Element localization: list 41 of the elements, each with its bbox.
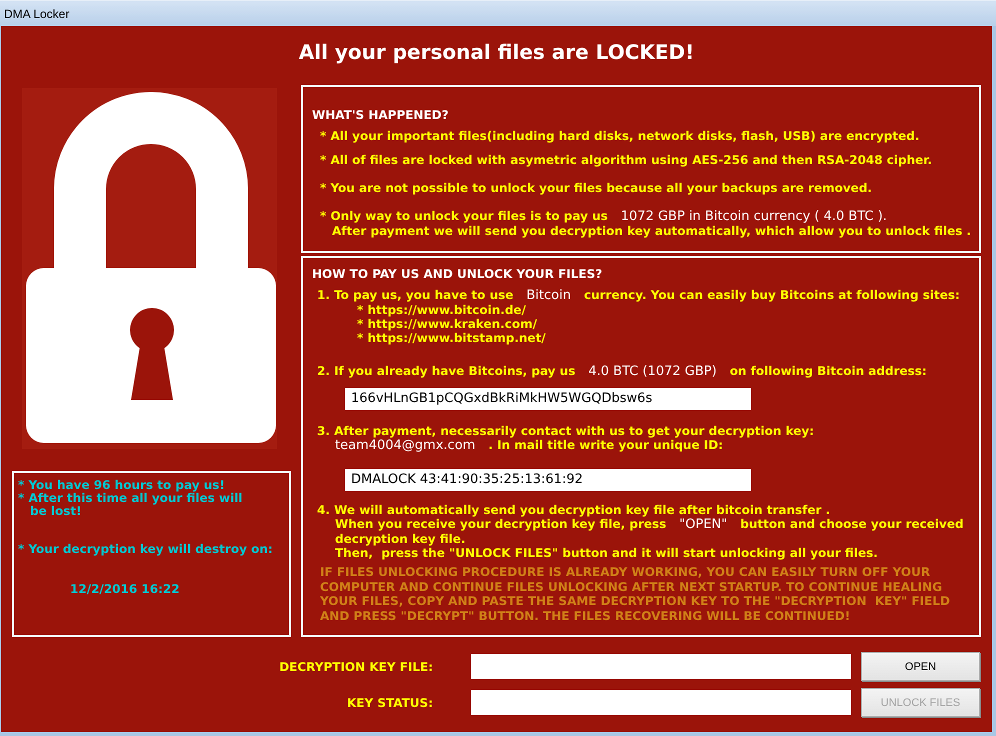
button-name-text: "OPEN" bbox=[679, 517, 728, 532]
instruction-text: currency. You can easily buy Bitcoins at following sites: bbox=[584, 288, 960, 302]
instruction-text: Then, press the "UNLOCK FILES" button and it will start unlocking all your files. bbox=[335, 546, 878, 560]
instruction-text: on following Bitcoin address: bbox=[730, 364, 927, 378]
id-field[interactable]: DMALOCK 43:41:90:35:25:13:61:92 bbox=[345, 469, 751, 491]
section-heading: HOW TO PAY US AND UNLOCK YOUR FILES? bbox=[312, 267, 602, 281]
site-url: * https://www.bitstamp.net/ bbox=[357, 331, 546, 345]
address-field[interactable]: 166vHLnGB1pCQGxdBkRiMkHW5WGQDbsw6s bbox=[345, 388, 751, 410]
instruction-text: When you receive your decryption key file, press bbox=[335, 517, 666, 531]
padlock-icon bbox=[22, 88, 277, 449]
open-button[interactable]: OPEN bbox=[861, 652, 980, 681]
bullet-text: * Only way to unlock your files is to pay us bbox=[320, 209, 608, 223]
site-url: * https://www.bitcoin.de/ bbox=[357, 303, 526, 317]
file-path-field[interactable] bbox=[471, 654, 851, 679]
bullet-text: * All of files are locked with asymetric algorithm using AES-256 and then RSA-2048 cipher. bbox=[320, 153, 932, 167]
instruction-text: button and choose your received bbox=[740, 517, 964, 531]
field-label: DECRYPTION KEY FILE: bbox=[279, 660, 433, 674]
instruction-text: decryption key file. bbox=[335, 532, 466, 546]
instruction-text: 1. To pay us, you have to use bbox=[317, 288, 514, 302]
headline: All your personal files are LOCKED! bbox=[298, 40, 694, 64]
notice-text: * After this time all your files will be lost! bbox=[18, 492, 242, 518]
instruction-text: 4. We will automatically send you decryption key file after bitcoin transfer . bbox=[317, 503, 830, 517]
window-title: DMA Locker bbox=[4, 6, 70, 22]
notice-text: * You have 96 hours to pay us! bbox=[18, 479, 225, 492]
status-field[interactable] bbox=[471, 690, 851, 715]
instruction-text: 2. If you already have Bitcoins, pay us bbox=[317, 364, 576, 378]
email-address: team4004@gmx.com bbox=[335, 438, 476, 453]
section-heading: WHAT'S HAPPENED? bbox=[312, 108, 449, 122]
currency-name: Bitcoin bbox=[526, 288, 571, 303]
amount-text: 1072 GBP in Bitcoin currency ( 4.0 BTC ). bbox=[620, 209, 887, 224]
bullet-text: After payment we will send you decryption key automatically, which allow you to unlock files . bbox=[332, 224, 972, 238]
instruction-text: 3. After payment, necessarily contact with us to get your decryption key: bbox=[317, 424, 814, 438]
warning-text: IF FILES UNLOCKING PROCEDURE IS ALREADY WORKING, YOU CAN EASILY TURN OFF YOUR COMPUTER AND CONTINUE FILES UNLOCKING AFTER NEXT STARTUP. TO CONTINUE HEALING YOUR FILES, COPY AND PASTE THE SAME DECRYPTION KEY TO THE "DECRYPTION KEY" FIELD AND PRESS "DECRYPT" BUTTON. THE FILES RECOVERING WILL BE CONTINUED! bbox=[320, 565, 951, 623]
field-label: KEY STATUS: bbox=[347, 696, 433, 710]
deadline-text: 12/2/2016 16:22 bbox=[70, 583, 180, 596]
notice-text: * Your decryption key will destroy on: bbox=[18, 543, 273, 556]
instruction-text: . In mail title write your unique ID: bbox=[488, 438, 724, 452]
site-url: * https://www.kraken.com/ bbox=[357, 317, 537, 331]
bullet-text: * You are not possible to unlock your files because all your backups are removed. bbox=[320, 181, 872, 195]
bullet-text: * All your important files(including hard disks, network disks, flash, USB) are encrypted. bbox=[320, 129, 920, 143]
amount-text: 4.0 BTC (1072 GBP) bbox=[588, 364, 717, 379]
